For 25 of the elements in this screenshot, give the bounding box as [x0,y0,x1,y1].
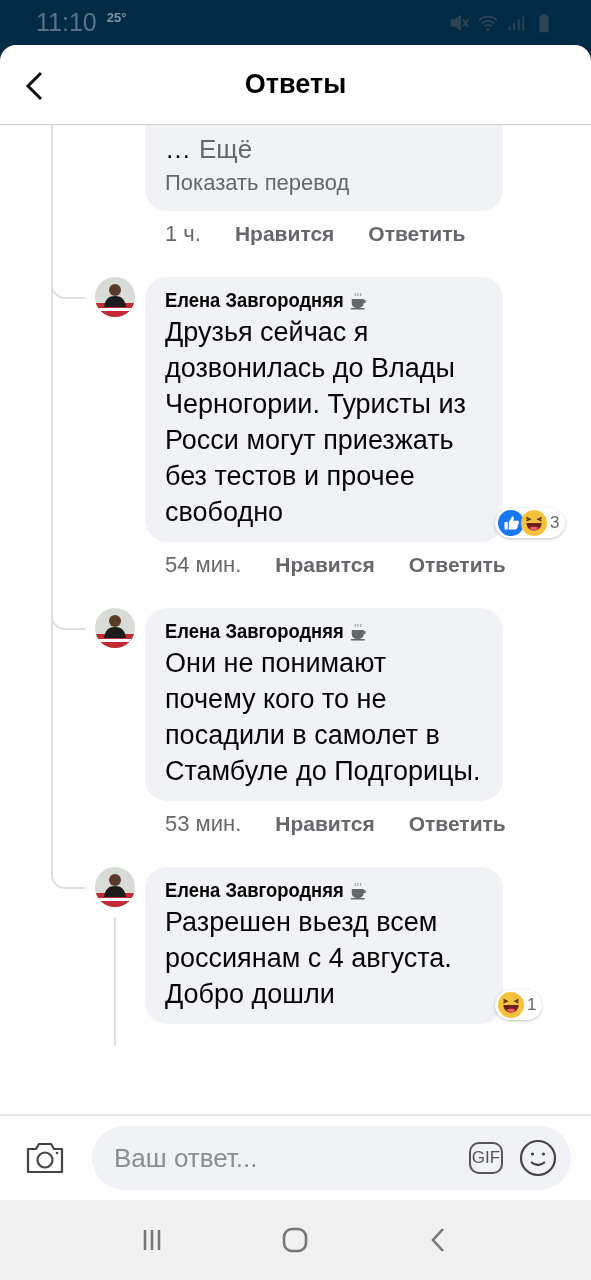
reply-input[interactable]: Ваш ответ... GIF [92,1126,571,1190]
see-more-link[interactable]: Ещё [199,131,253,167]
like-link[interactable]: Нравится [275,552,375,578]
temperature: 25° [106,10,127,25]
author-name[interactable]: Елена Завгородняя [165,620,458,643]
ellipsis: … [165,133,191,166]
reply-link[interactable]: Ответить [408,811,506,837]
gif-button[interactable]: GIF [469,1142,503,1174]
author-name[interactable]: Елена Завгородняя [165,289,458,312]
page-title: Ответы [244,69,347,100]
comment-text: Друзья сейчас я дозвонилась до Влады Черногории. Туристы из Росси могут приезжать без тестов и прочее свободно [165,316,467,529]
comment-text: Разрешен вьезд всем россиянам с 4 августа. Добро дошли [165,906,453,1011]
reply-link[interactable]: Ответить [408,552,506,578]
comment-text: Они не понимают почему кого то не посадили в самолет в Стамбуле до Подгорицы. [165,647,482,788]
comment-time: 54 мин. [165,552,242,578]
reaction-count[interactable]: 3 [495,508,566,538]
like-link[interactable]: Нравится [234,221,335,247]
comment-time: 53 мин. [165,811,242,837]
translate-link[interactable]: Показать перевод [165,167,350,199]
like-link[interactable]: Нравится [275,811,375,837]
comment-time: 1 ч. [165,221,201,247]
reply-link[interactable]: Ответить [368,221,466,247]
status-time: 11:10 [36,8,97,37]
reaction-count[interactable]: 1 [495,990,543,1020]
author-name[interactable]: Елена Завгородняя [165,879,458,902]
